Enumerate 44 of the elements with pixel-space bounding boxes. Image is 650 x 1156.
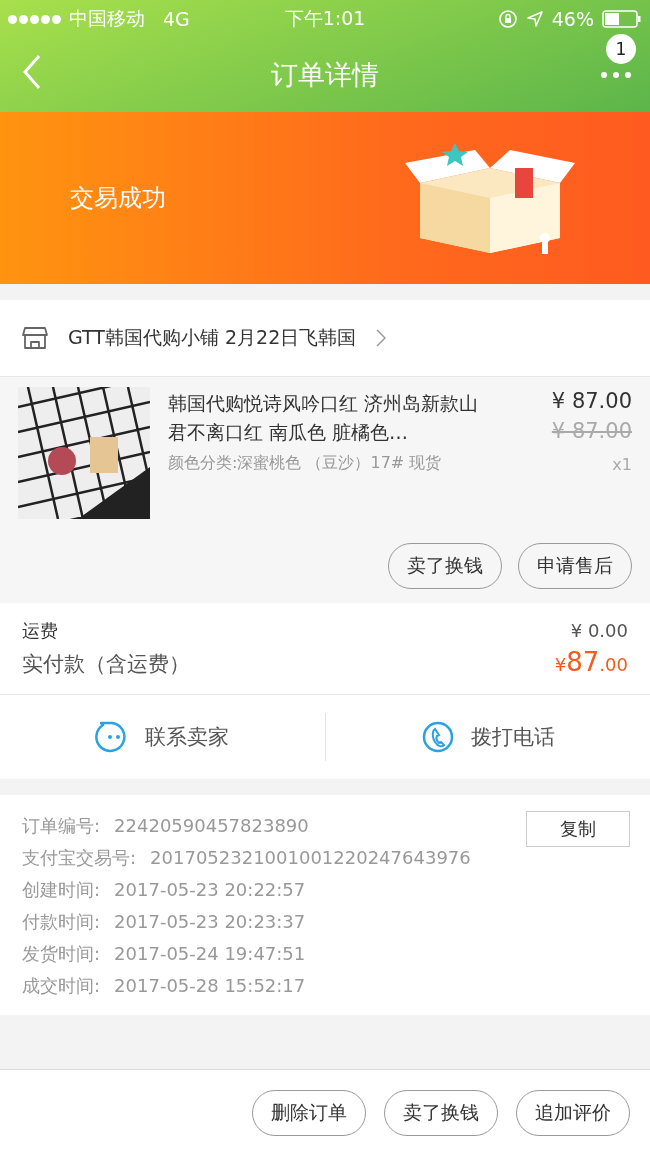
notification-badge: 1 — [606, 34, 636, 64]
call-button[interactable]: 拨打电话 — [325, 719, 650, 755]
order-action-button[interactable]: 卖了换钱 — [384, 1090, 498, 1136]
item-action-button[interactable]: 申请售后 — [518, 543, 632, 589]
original-price: ¥ 87.00 — [551, 419, 632, 443]
info-label: 创建时间: — [22, 878, 101, 902]
status-time: 下午1:01 — [284, 6, 366, 31]
signal-icon — [8, 14, 61, 24]
fee-label: 实付款（含运费） — [22, 651, 190, 678]
item-action-button[interactable]: 卖了换钱 — [388, 543, 502, 589]
order-action-button[interactable]: 追加评价 — [516, 1090, 630, 1136]
info-label: 订单编号: — [22, 814, 101, 838]
copy-button[interactable]: 复制 — [526, 811, 630, 847]
order-action-button[interactable]: 删除订单 — [252, 1090, 366, 1136]
info-label: 付款时间: — [22, 910, 101, 934]
info-value: 2017052321001001220247643976 — [150, 846, 471, 870]
quantity: x1 — [612, 455, 632, 474]
carrier-name: 中国移动 — [69, 6, 145, 31]
info-value: 2017-05-23 20:23:37 — [114, 910, 306, 934]
info-label: 发货时间: — [22, 942, 101, 966]
page-title: 订单详情 — [271, 58, 379, 92]
info-value: 2017-05-23 20:22:57 — [114, 878, 306, 902]
product-price: ¥ 87.00 — [551, 389, 632, 413]
battery-percent: 46% — [551, 8, 594, 30]
info-value: 2017-05-24 19:47:51 — [114, 942, 306, 966]
shop-icon — [22, 326, 48, 350]
info-label: 支付宝交易号: — [22, 846, 137, 870]
network-type: 4G — [163, 8, 190, 30]
info-value: 22420590457823890 — [114, 814, 309, 838]
product-title[interactable]: 韩国代购悦诗风吟口红 济州岛新款山君不离口红 南瓜色 脏橘色… — [168, 389, 494, 447]
shop-link[interactable]: GTT韩国代购小铺 2月22日飞韩国 — [68, 325, 357, 351]
info-label: 成交时间: — [22, 974, 101, 998]
info-value: 2017-05-28 15:52:17 — [114, 974, 306, 998]
product-variant: 颜色分类:深蜜桃色 （豆沙）17# 现货 — [168, 452, 443, 474]
order-status: 交易成功 — [70, 183, 166, 214]
battery-icon — [602, 9, 642, 29]
location-icon — [525, 10, 544, 28]
fee-label: 运费 — [22, 619, 58, 643]
fee-value: ¥ 0.00 — [570, 620, 628, 641]
rotation-lock-icon — [497, 9, 518, 29]
contact-seller-button[interactable]: 联系卖家 — [0, 719, 325, 755]
phone-icon — [420, 720, 455, 754]
total-amount: ¥87.00 — [554, 647, 628, 677]
chevron-icon — [376, 329, 387, 347]
